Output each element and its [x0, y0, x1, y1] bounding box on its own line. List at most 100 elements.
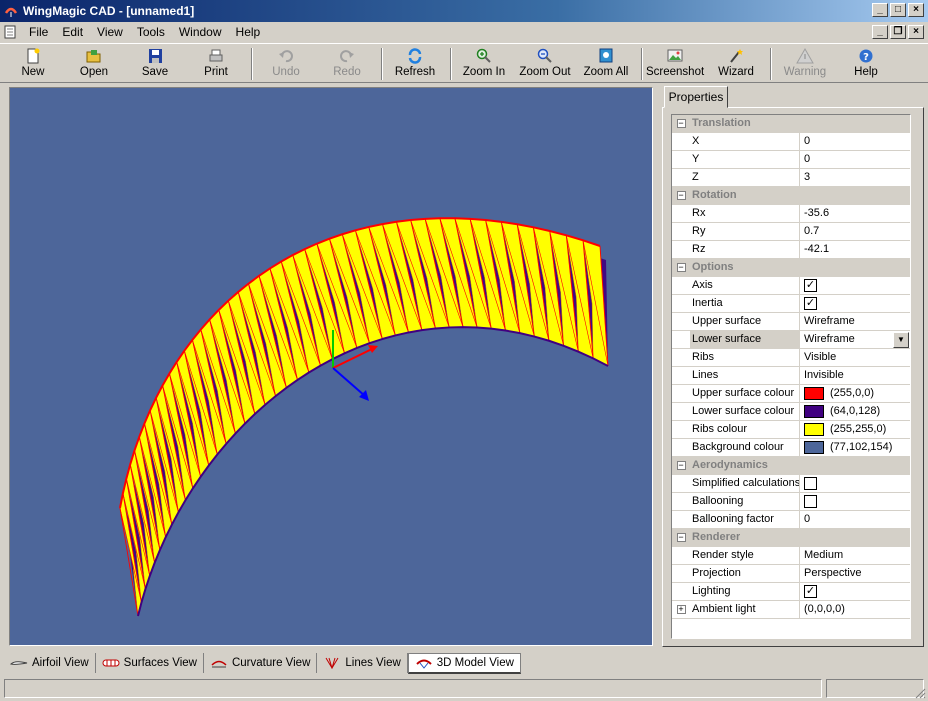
maximize-button[interactable]: □ — [890, 3, 906, 17]
mdi-restore-button[interactable]: ❐ — [890, 25, 906, 39]
prop-value-rz[interactable]: -42.1 — [800, 241, 910, 258]
prop-row-axis[interactable]: Axis ✓ — [672, 277, 910, 295]
ribs-colour-swatch[interactable] — [804, 423, 824, 436]
save-button[interactable]: Save — [126, 46, 184, 82]
prop-value-render-style[interactable]: Medium — [800, 547, 910, 564]
collapse-icon[interactable]: − — [676, 263, 686, 272]
dropdown-arrow-icon[interactable]: ▼ — [893, 331, 909, 348]
prop-value-rx[interactable]: -35.6 — [800, 205, 910, 222]
menu-view[interactable]: View — [90, 25, 130, 39]
menu-file[interactable]: File — [22, 25, 55, 39]
prop-row-lighting[interactable]: Lighting ✓ — [672, 583, 910, 601]
menu-help[interactable]: Help — [229, 25, 268, 39]
prop-row-simplified[interactable]: Simplified calculations — [672, 475, 910, 493]
prop-row-lines[interactable]: Lines Invisible — [672, 367, 910, 385]
prop-value-lines[interactable]: Invisible — [800, 367, 910, 384]
print-button[interactable]: Print — [187, 46, 245, 82]
help-button[interactable]: ? Help — [837, 46, 895, 82]
prop-row-upper-surface[interactable]: Upper surface Wireframe — [672, 313, 910, 331]
prop-row-x[interactable]: X 0 — [672, 133, 910, 151]
category-rotation[interactable]: − Rotation — [672, 187, 910, 205]
category-aerodynamics[interactable]: − Aerodynamics — [672, 457, 910, 475]
prop-row-ambient-light[interactable]: + Ambient light (0,0,0,0) — [672, 601, 910, 619]
category-renderer[interactable]: − Renderer — [672, 529, 910, 547]
screenshot-button[interactable]: Screenshot — [646, 46, 704, 82]
prop-value-projection[interactable]: Perspective — [800, 565, 910, 582]
redo-button[interactable]: Redo — [318, 46, 376, 82]
tab-curvature-view[interactable]: Curvature View — [204, 653, 318, 673]
prop-row-rx[interactable]: Rx -35.6 — [672, 205, 910, 223]
zoom-in-button[interactable]: Zoom In — [455, 46, 513, 82]
prop-value-ribs[interactable]: Visible — [800, 349, 910, 366]
curvature-icon — [211, 660, 227, 668]
category-translation[interactable]: − Translation — [672, 115, 910, 133]
prop-row-upper-colour[interactable]: Upper surface colour (255,0,0) — [672, 385, 910, 403]
collapse-icon[interactable]: − — [676, 533, 686, 542]
collapse-icon[interactable]: − — [676, 191, 686, 200]
prop-row-ballooning-factor[interactable]: Ballooning factor 0 — [672, 511, 910, 529]
prop-row-ribs-colour[interactable]: Ribs colour (255,255,0) — [672, 421, 910, 439]
document-icon[interactable] — [4, 25, 16, 39]
toolbar-separator — [251, 48, 253, 80]
new-button[interactable]: New — [4, 46, 62, 82]
floppy-disk-icon — [149, 49, 162, 63]
menu-window[interactable]: Window — [172, 25, 229, 39]
prop-value-ry[interactable]: 0.7 — [800, 223, 910, 240]
category-options[interactable]: − Options — [672, 259, 910, 277]
svg-text:?: ? — [863, 52, 869, 63]
collapse-icon[interactable]: − — [676, 461, 686, 470]
tab-lines-view[interactable]: Lines View — [317, 653, 408, 673]
menu-edit[interactable]: Edit — [55, 25, 90, 39]
prop-row-ballooning[interactable]: Ballooning — [672, 493, 910, 511]
prop-value-upper-surface[interactable]: Wireframe — [800, 313, 910, 330]
3d-model-viewport[interactable] — [9, 87, 653, 646]
prop-row-z[interactable]: Z 3 — [672, 169, 910, 187]
refresh-button[interactable]: Refresh — [386, 46, 444, 82]
wizard-button[interactable]: Wizard — [707, 46, 765, 82]
prop-value-z[interactable]: 3 — [800, 169, 910, 186]
prop-row-ribs[interactable]: Ribs Visible — [672, 349, 910, 367]
open-button[interactable]: Open — [65, 46, 123, 82]
collapse-icon[interactable]: − — [676, 119, 686, 128]
prop-value-ambient-light[interactable]: (0,0,0,0) — [800, 601, 910, 618]
prop-value-ballooning-factor[interactable]: 0 — [800, 511, 910, 528]
prop-row-projection[interactable]: Projection Perspective — [672, 565, 910, 583]
inertia-checkbox[interactable]: ✓ — [804, 297, 817, 310]
prop-value-y[interactable]: 0 — [800, 151, 910, 168]
upper-colour-swatch[interactable] — [804, 387, 824, 400]
tab-surfaces-view[interactable]: Surfaces View — [96, 653, 204, 673]
prop-row-render-style[interactable]: Render style Medium — [672, 547, 910, 565]
close-button[interactable]: × — [908, 3, 924, 17]
prop-row-lower-colour[interactable]: Lower surface colour (64,0,128) — [672, 403, 910, 421]
minimize-button[interactable]: _ — [872, 3, 888, 17]
background-colour-swatch[interactable] — [804, 441, 824, 454]
zoom-out-button[interactable]: Zoom Out — [516, 46, 574, 82]
lower-surface-dropdown[interactable]: Wireframe ▼ — [800, 331, 910, 348]
prop-row-rz[interactable]: Rz -42.1 — [672, 241, 910, 259]
zoom-all-button[interactable]: Zoom All — [577, 46, 635, 82]
tab-airfoil-view[interactable]: Airfoil View — [4, 653, 96, 673]
view-tab-bar: Airfoil View Surfaces View Curvature Vie… — [4, 652, 521, 674]
prop-row-y[interactable]: Y 0 — [672, 151, 910, 169]
menu-tools[interactable]: Tools — [130, 25, 172, 39]
tab-3d-model-view[interactable]: 3D Model View — [407, 652, 521, 674]
axis-checkbox[interactable]: ✓ — [804, 279, 817, 292]
expand-icon[interactable]: + — [676, 605, 686, 614]
tab-properties[interactable]: Properties — [664, 86, 728, 108]
mdi-minimize-button[interactable]: _ — [872, 25, 888, 39]
ballooning-checkbox[interactable] — [804, 495, 817, 508]
prop-row-inertia[interactable]: Inertia ✓ — [672, 295, 910, 313]
lower-colour-swatch[interactable] — [804, 405, 824, 418]
lighting-checkbox[interactable]: ✓ — [804, 585, 817, 598]
prop-row-background-colour[interactable]: Background colour (77,102,154) — [672, 439, 910, 457]
resize-grip-icon[interactable] — [914, 687, 926, 699]
paraglider-wing-model — [119, 217, 609, 617]
undo-button[interactable]: Undo — [257, 46, 315, 82]
simplified-calculations-checkbox[interactable] — [804, 477, 817, 490]
prop-row-lower-surface[interactable]: Lower surface Wireframe ▼ — [672, 331, 910, 349]
wing-wireframe-mesh — [119, 217, 609, 617]
mdi-close-button[interactable]: × — [908, 25, 924, 39]
prop-row-ry[interactable]: Ry 0.7 — [672, 223, 910, 241]
warning-button[interactable]: Warning — [776, 46, 834, 82]
prop-value-x[interactable]: 0 — [800, 133, 910, 150]
